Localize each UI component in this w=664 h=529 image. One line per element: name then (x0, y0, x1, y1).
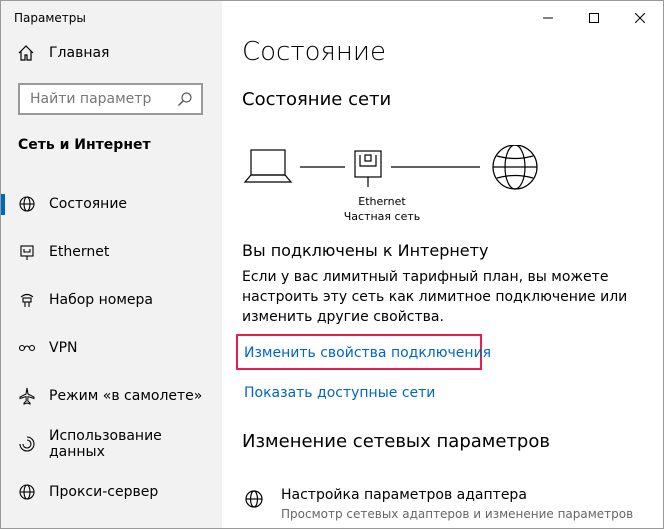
home-icon (18, 45, 34, 61)
sidebar-item-airplane[interactable]: Режим «в самолете» (1, 376, 222, 416)
sidebar-item-label: Состояние (49, 196, 128, 212)
search-input[interactable]: Найти параметр (20, 91, 177, 107)
dialup-icon (20, 293, 34, 307)
sidebar-item-data-usage[interactable]: Использование данных (1, 424, 222, 464)
vpn-icon (18, 344, 36, 352)
sidebar-item-label: Использование данных (48, 428, 162, 460)
search-icon[interactable] (177, 91, 193, 107)
ethernet-port-icon (354, 150, 382, 187)
change-connection-properties-link[interactable]: Изменить свойства подключения (244, 345, 491, 361)
airplane-icon (19, 387, 35, 405)
sidebar-item-label: Прокси-сервер (49, 484, 159, 500)
sidebar-item-label: Ethernet (49, 244, 110, 260)
sidebar-home-label: Главная (49, 45, 110, 61)
minimize-button[interactable] (525, 1, 571, 35)
close-icon (635, 13, 645, 23)
metered-description: Если у вас лимитный тарифный план, вы мо… (242, 269, 628, 325)
globe-icon (19, 196, 35, 212)
section-title: Сеть и Интернет (18, 137, 151, 153)
show-available-networks-link[interactable]: Показать доступные сети (244, 385, 435, 401)
globe-icon (19, 484, 35, 500)
globe-icon (245, 490, 263, 508)
sidebar-item-label: VPN (49, 340, 78, 356)
internet-globe-icon (492, 145, 538, 190)
sidebar-home[interactable]: Главная (17, 43, 109, 63)
adapter-name: Ethernet (358, 195, 406, 208)
connection-status: Вы подключены к Интернету (242, 241, 489, 260)
laptop-icon (243, 149, 293, 183)
sidebar-item-proxy[interactable]: Прокси-сервер (1, 472, 222, 512)
network-status-heading: Состояние сети (242, 89, 392, 110)
maximize-icon (589, 13, 599, 23)
maximize-button[interactable] (571, 1, 617, 35)
sidebar-item-vpn[interactable]: VPN (1, 328, 222, 368)
main-content: Состояние Состояние сети Ethernet Частна… (222, 1, 663, 528)
adapter-settings-subtitle: Просмотр сетевых адаптеров и изменение п… (281, 507, 634, 521)
sidebar-item-status[interactable]: Состояние (1, 184, 222, 224)
search-box[interactable]: Найти параметр (18, 83, 203, 115)
adapter-settings-title: Настройка параметров адаптера (281, 487, 527, 503)
sidebar-item-ethernet[interactable]: Ethernet (1, 232, 222, 272)
adapter-settings-item[interactable]: Настройка параметров адаптера Просмотр с… (244, 487, 633, 521)
close-button[interactable] (617, 1, 663, 35)
settings-window: Параметры Главная Найти параметр Сеть и … (0, 0, 664, 529)
sidebar-item-dialup[interactable]: Набор номера (1, 280, 222, 320)
window-title: Параметры (14, 11, 86, 25)
page-title: Состояние (242, 37, 387, 67)
ethernet-icon (20, 245, 34, 260)
sidebar-item-label: Набор номера (49, 292, 154, 308)
data-usage-icon (19, 436, 35, 452)
network-diagram (243, 145, 538, 190)
network-name: Частная сеть (343, 210, 421, 223)
sidebar-item-label: Режим «в самолете» (49, 388, 203, 404)
change-network-settings-heading: Изменение сетевых параметров (242, 431, 550, 452)
sidebar: Параметры Главная Найти параметр Сеть и … (1, 1, 222, 528)
minimize-icon (543, 17, 553, 19)
